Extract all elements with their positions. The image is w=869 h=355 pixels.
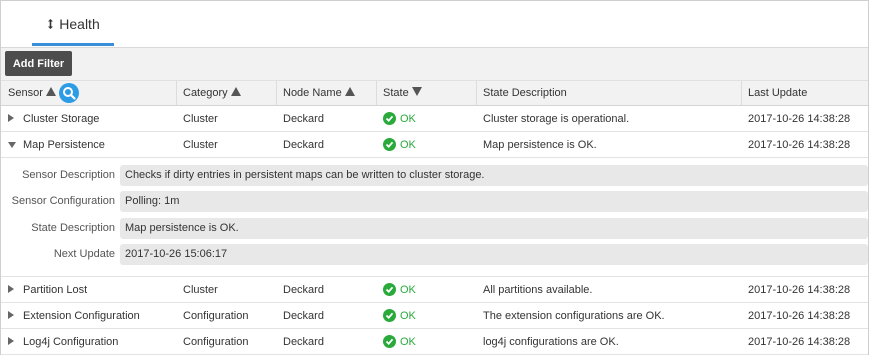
sensor-cell: Extension Configuration: [1, 303, 177, 328]
sensor-cell: Map Persistence: [1, 132, 177, 157]
sensor-detail-panel: Sensor Description Checks if dirty entri…: [1, 158, 868, 277]
node-cell: Deckard: [283, 335, 324, 348]
description-cell: log4j configurations are OK.: [483, 335, 619, 348]
sensor-cell: Cluster Storage: [1, 106, 177, 131]
column-header-sensor-label: Sensor: [8, 87, 43, 99]
check-circle-icon: [383, 283, 396, 296]
sort-ascending-icon[interactable]: [344, 87, 355, 99]
update-cell: 2017-10-26 14:38:28: [748, 112, 851, 125]
description-cell: Cluster storage is operational.: [483, 112, 630, 125]
table-row[interactable]: Extension Configuration Configuration De…: [1, 303, 868, 329]
column-header-description-label: State Description: [483, 87, 567, 99]
expand-arrow-icon[interactable]: [8, 284, 16, 296]
health-panel: Health Add Filter Sensor Category Node N…: [0, 0, 869, 355]
detail-next-update: Next Update 2017-10-26 15:06:17: [1, 244, 868, 265]
column-header-node-name[interactable]: Node Name: [277, 81, 377, 105]
column-header-category-label: Category: [183, 87, 228, 99]
detail-label: Next Update: [53, 248, 115, 260]
detail-value: Map persistence is OK.: [120, 218, 868, 239]
detail-sensor-description: Sensor Description Checks if dirty entri…: [1, 165, 868, 186]
sort-ascending-icon[interactable]: [45, 87, 56, 99]
sensor-table: Sensor Category Node Name State State De…: [1, 80, 868, 355]
column-header-category[interactable]: Category: [177, 81, 277, 105]
expand-arrow-icon[interactable]: [8, 336, 16, 348]
table-header: Sensor Category Node Name State State De…: [1, 80, 868, 106]
sensor-name: Log4j Configuration: [23, 335, 119, 348]
detail-label: Sensor Configuration: [11, 195, 115, 207]
expand-arrow-icon[interactable]: [8, 310, 16, 322]
node-cell: Deckard: [283, 138, 324, 151]
detail-sensor-configuration: Sensor Configuration Polling: 1m: [1, 191, 868, 212]
check-circle-icon: [383, 335, 396, 348]
column-header-update-label: Last Update: [748, 87, 808, 99]
detail-value: Checks if dirty entries in persistent ma…: [120, 165, 868, 186]
description-cell: The extension configurations are OK.: [483, 309, 665, 322]
column-header-node-label: Node Name: [283, 87, 342, 99]
sort-ascending-icon[interactable]: [230, 87, 241, 99]
table-row[interactable]: Map Persistence Cluster Deckard OK Map p…: [1, 132, 868, 158]
node-cell: Deckard: [283, 309, 324, 322]
column-header-sensor[interactable]: Sensor: [1, 81, 177, 105]
category-cell: Configuration: [183, 335, 249, 348]
sensor-name: Partition Lost: [23, 283, 88, 296]
column-header-state[interactable]: State: [377, 81, 477, 105]
category-cell: Cluster: [183, 283, 218, 296]
column-header-last-update[interactable]: Last Update: [742, 81, 868, 105]
state-cell: OK: [377, 132, 477, 157]
table-row[interactable]: Partition Lost Cluster Deckard OK All pa…: [1, 277, 868, 303]
tab-health[interactable]: Health: [32, 1, 114, 47]
check-circle-icon: [383, 138, 396, 151]
detail-value: 2017-10-26 15:06:17: [120, 244, 868, 265]
sort-descending-icon[interactable]: [411, 87, 422, 99]
state-cell: OK: [377, 106, 477, 131]
sensor-cell: Log4j Configuration: [1, 329, 177, 354]
detail-label: State Description: [31, 222, 115, 234]
sensor-name: Map Persistence: [23, 138, 105, 151]
state-cell: OK: [377, 277, 477, 302]
toolbar: Add Filter: [1, 48, 868, 80]
state-text: OK: [400, 335, 416, 348]
detail-value: Polling: 1m: [120, 191, 868, 212]
detail-state-description: State Description Map persistence is OK.: [1, 218, 868, 239]
state-text: OK: [400, 309, 416, 322]
category-cell: Cluster: [183, 112, 218, 125]
description-cell: All partitions available.: [483, 283, 593, 296]
category-cell: Cluster: [183, 138, 218, 151]
sensor-cell: Partition Lost: [1, 277, 177, 302]
node-cell: Deckard: [283, 283, 324, 296]
tab-bar: Health: [1, 1, 868, 48]
node-cell: Deckard: [283, 112, 324, 125]
state-text: OK: [400, 138, 416, 151]
category-cell: Configuration: [183, 309, 249, 322]
sensor-name: Extension Configuration: [23, 309, 140, 322]
column-header-state-label: State: [383, 87, 409, 99]
expand-arrow-icon[interactable]: [8, 113, 16, 125]
update-cell: 2017-10-26 14:38:28: [748, 335, 851, 348]
state-cell: OK: [377, 303, 477, 328]
state-text: OK: [400, 283, 416, 296]
sensor-name: Cluster Storage: [23, 112, 100, 125]
check-circle-icon: [383, 112, 396, 125]
check-circle-icon: [383, 309, 396, 322]
refresh-icon: [46, 18, 55, 30]
update-cell: 2017-10-26 14:38:28: [748, 283, 851, 296]
column-header-state-description[interactable]: State Description: [477, 81, 742, 105]
tab-health-label: Health: [59, 16, 100, 32]
table-row[interactable]: Log4j Configuration Configuration Deckar…: [1, 329, 868, 355]
add-filter-button[interactable]: Add Filter: [5, 51, 72, 76]
collapse-arrow-icon[interactable]: [8, 139, 16, 151]
update-cell: 2017-10-26 14:38:28: [748, 309, 851, 322]
table-row[interactable]: Cluster Storage Cluster Deckard OK Clust…: [1, 106, 868, 132]
active-tab-indicator: [32, 43, 114, 46]
state-text: OK: [400, 112, 416, 125]
search-icon[interactable]: [58, 83, 79, 103]
description-cell: Map persistence is OK.: [483, 138, 597, 151]
update-cell: 2017-10-26 14:38:28: [748, 138, 851, 151]
state-cell: OK: [377, 329, 477, 354]
detail-label: Sensor Description: [22, 169, 115, 181]
